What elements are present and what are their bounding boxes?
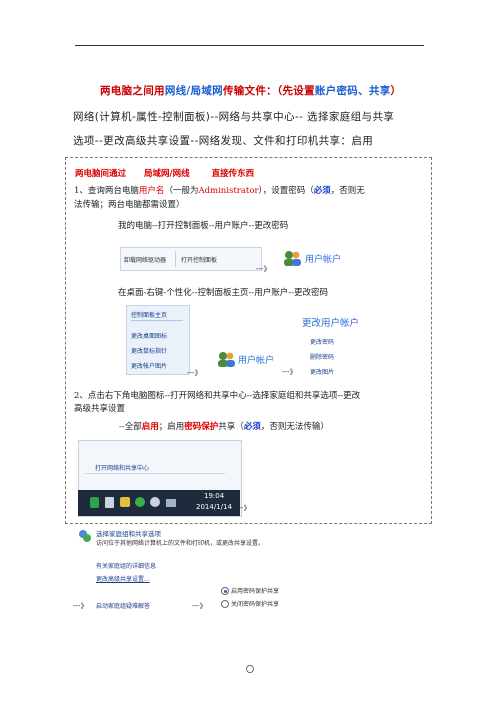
radio-enable[interactable] (221, 587, 229, 595)
open-control-panel-item: 打开控制面板 (181, 257, 218, 264)
clock-date[interactable]: 2014/1/14 (196, 503, 232, 511)
arrow-3: ---》 (282, 368, 297, 376)
desktop-path: 在桌面-右键-个性化--控制面板主页--用户账户--更改密码 (118, 288, 328, 298)
homegroup-desc: 访问位于其他网络计算机上的文件和打印机，或更改共享设置。 (96, 540, 265, 547)
mypc-path: 我的电脑--打开控制面板--用户账户--更改密码 (118, 221, 289, 231)
control-panel-sidebar-shot: 控制面板主页 更改桌面图标 更改鼠标指针 更改帐户图片 (126, 305, 190, 375)
shield-icon[interactable] (90, 497, 99, 508)
divider (131, 320, 183, 321)
radio-disable-label: 关闭密码保护共享 (231, 601, 280, 608)
homegroup-icon (78, 528, 92, 542)
cp-item-3: 更改帐户图片 (131, 363, 168, 370)
user-account-label-2: 用户帐户 (238, 356, 275, 366)
arrow-4: ---》 (236, 504, 251, 512)
radio-disable[interactable] (221, 600, 229, 608)
change-account-title: 更改用户帐户 (302, 318, 360, 329)
homegroup-link-2[interactable]: 更改高级共享设置... (96, 574, 150, 583)
homegroup-link-1[interactable]: 有关家庭组的详细信息 (96, 561, 156, 570)
intro-line-2: 选项--更改高级共享设置--网络发现、文件和打印机共享：启用 (73, 135, 374, 147)
change-link-2[interactable]: 删除密码 (310, 352, 334, 361)
page-marker: 〇 (246, 665, 254, 674)
app-icon[interactable] (120, 497, 130, 507)
open-network-center-link[interactable]: 打开网络和共享中心 (95, 463, 149, 472)
change-link-1[interactable]: 更改密码 (310, 337, 334, 346)
homegroup-link-3[interactable]: 启动家庭组疑难解答 (96, 601, 150, 610)
user-account-label-1: 用户帐户 (305, 255, 342, 265)
page-title: 两电脑之间用网线/局域网传输文件：（先设置账户密码、共享） (100, 85, 402, 97)
arrow-6: ---》 (192, 602, 207, 610)
step1-line2: 法传输；两台电脑都需设置） (74, 200, 185, 210)
cp-home-link: 控制面板主页 (131, 312, 168, 319)
flag-icon[interactable] (105, 497, 114, 508)
homegroup-title[interactable]: 选择家庭组和共享选项 (96, 528, 161, 538)
step2-line1: 2、点击右下角电脑图标--打开网络和共享中心--选择家庭组和共享选项--更改 (74, 391, 361, 401)
cp-item-1: 更改桌面图标 (131, 333, 168, 340)
step2-line2: 高级共享设置 (74, 404, 126, 414)
divider-2 (85, 473, 225, 474)
network-icon[interactable] (166, 499, 176, 507)
volume-icon[interactable] (150, 497, 160, 507)
clock-time[interactable]: 19:04 (204, 492, 224, 500)
cp-item-2: 更改鼠标指针 (131, 348, 168, 355)
radio-enable-label: 启用密码保护共享 (231, 588, 280, 595)
arrow-1: ---》 (256, 265, 271, 273)
map-drive-item: 卸载网络驱动器 (124, 257, 167, 264)
arrow-5: ---》 (73, 602, 88, 610)
arrow-2: ---》 (187, 369, 202, 377)
enable-line: --全部启用；启用密码保护共享（必须，否则无法传输） (119, 422, 329, 432)
taskbar: 19:04 2014/1/14 (78, 490, 240, 516)
explorer-toolbar-shot: 卸载网络驱动器 打开控制面板 (120, 247, 262, 271)
network-status-icon[interactable] (135, 497, 145, 507)
box-heading: 两电脑间通过 局域网/网线 直接传东西 (75, 169, 255, 179)
user-account-icon-2 (216, 350, 236, 372)
separator (175, 251, 176, 267)
step1-line1: 1、查询两台电脑用户名（一般为Administrator），设置密码（必须，否则… (74, 186, 365, 196)
user-account-icon (282, 249, 302, 271)
top-rule (75, 45, 424, 46)
change-account-links: 更改密码 删除密码 更改图片 (304, 333, 349, 381)
change-link-3[interactable]: 更改图片 (310, 367, 334, 376)
intro-line-1: 网络(计算机-属性-控制面板)--网络与共享中心-- 选择家庭组与共享 (73, 111, 395, 123)
